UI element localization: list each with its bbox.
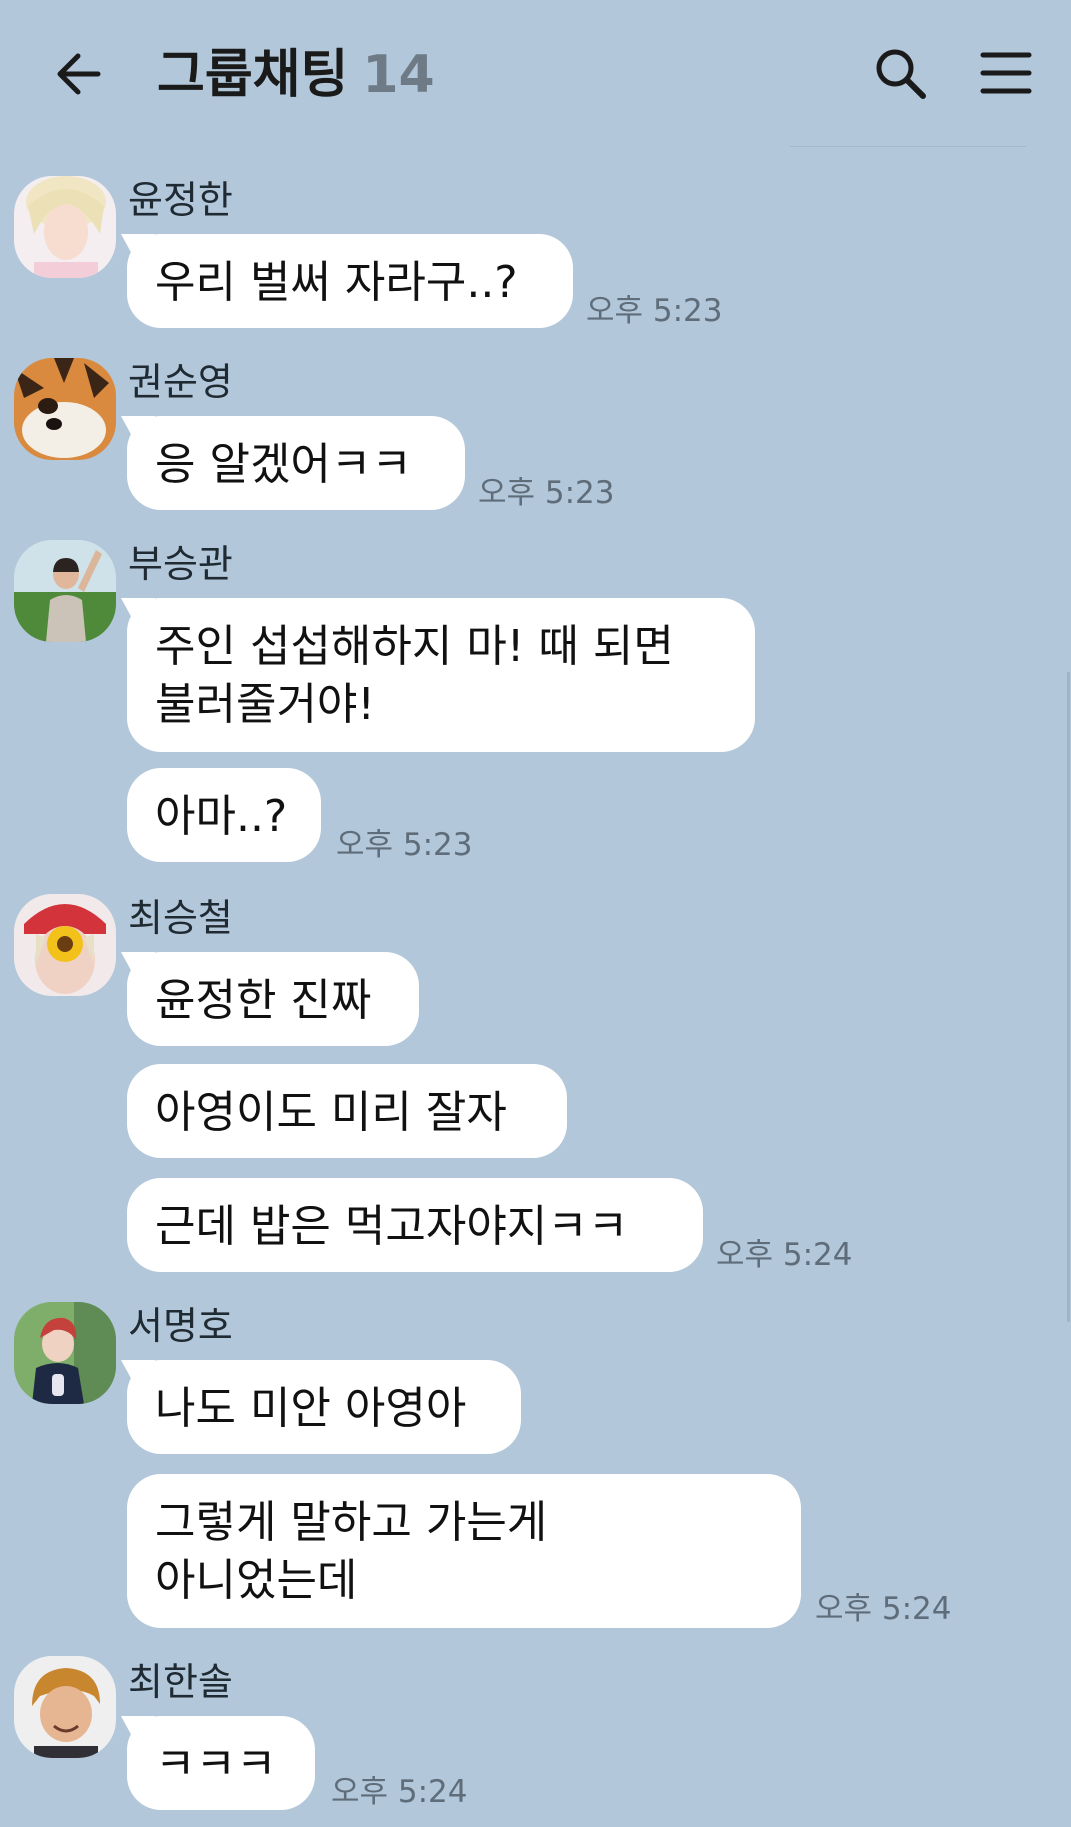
avatar-sender-4[interactable] [14, 1302, 116, 1404]
message-bubble-3-0[interactable]: 윤정한 진짜 [127, 952, 419, 1046]
message-time-2: 오후 5:23 [336, 827, 473, 863]
header-divider [790, 146, 1026, 147]
message-bubble-0-0[interactable]: 우리 벌써 자라구..? [127, 234, 573, 328]
chat-title: 그룹채팅 14 [157, 40, 435, 110]
message-bubble-2-1[interactable]: 아마..? [127, 768, 321, 862]
message-time-0: 오후 5:23 [586, 293, 723, 329]
chat-header: 그룹채팅 14 [0, 0, 1071, 150]
message-bubble-3-2[interactable]: 근데 밥은 먹고자야지ㅋㅋ [127, 1178, 703, 1272]
avatar-sender-2[interactable] [14, 540, 116, 642]
search-button[interactable] [873, 46, 929, 102]
avatar-sender-3[interactable] [14, 894, 116, 996]
message-bubble-4-0[interactable]: 나도 미안 아영아 [127, 1360, 521, 1454]
hamburger-menu-icon [980, 52, 1032, 94]
message-time-5: 오후 5:24 [331, 1774, 468, 1810]
message-bubble-5-0[interactable]: ㅋㅋㅋ [127, 1716, 315, 1810]
sender-name-2: 부승관 [128, 542, 233, 586]
sender-name-1: 권순영 [128, 360, 233, 404]
arrow-left-icon [57, 53, 101, 95]
search-icon [876, 49, 926, 99]
avatar-sender-1[interactable] [14, 358, 116, 460]
message-time-1: 오후 5:23 [478, 475, 615, 511]
sender-name-5: 최한솔 [128, 1660, 233, 1704]
scrollbar[interactable] [1067, 672, 1070, 1322]
avatar-sender-5[interactable] [14, 1656, 116, 1758]
message-time-4: 오후 5:24 [815, 1591, 952, 1627]
sender-name-0: 윤정한 [128, 178, 233, 222]
menu-button[interactable] [980, 50, 1032, 96]
sender-name-3: 최승철 [128, 896, 233, 940]
message-bubble-3-1[interactable]: 아영이도 미리 잘자 [127, 1064, 567, 1158]
message-bubble-4-1[interactable]: 그렇게 말하고 가는게 아니었는데 [127, 1474, 801, 1628]
avatar-sender-0[interactable] [14, 176, 116, 278]
room-name: 그룹채팅 [157, 45, 349, 105]
message-bubble-2-0[interactable]: 주인 섭섭해하지 마! 때 되면 불러줄거야! [127, 598, 755, 752]
message-bubble-1-0[interactable]: 응 알겠어ㅋㅋ [127, 416, 465, 510]
message-time-3: 오후 5:24 [716, 1237, 853, 1273]
back-button[interactable] [48, 44, 108, 104]
member-count: 14 [362, 45, 435, 105]
sender-name-4: 서명호 [128, 1304, 233, 1348]
